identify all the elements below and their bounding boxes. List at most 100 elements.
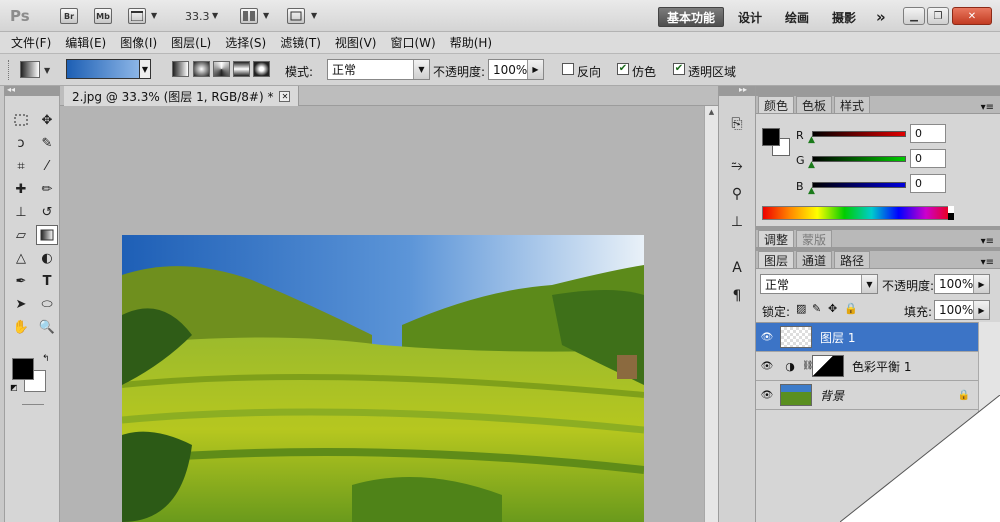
workspace-design[interactable]: 设计 <box>730 7 770 27</box>
red-slider-handle[interactable]: ▲ <box>808 135 815 145</box>
chevron-down-icon[interactable]: ▼ <box>212 11 218 20</box>
view-extras-button[interactable] <box>128 8 146 24</box>
chevron-down-icon[interactable]: ▼ <box>44 66 50 75</box>
tab-paths[interactable]: 路径 <box>834 251 871 268</box>
menu-select[interactable]: 选择(S) <box>225 34 266 51</box>
zoom-tool-icon[interactable]: 🔍 <box>36 317 58 337</box>
crop-tool-icon[interactable]: ⌗ <box>10 156 32 176</box>
restore-button[interactable]: ❐ <box>927 7 949 25</box>
workspace-painting[interactable]: 绘画 <box>777 7 817 27</box>
screen-mode-button[interactable] <box>287 8 305 24</box>
green-value-field[interactable]: 0 <box>910 149 946 168</box>
tab-color[interactable]: 颜色 <box>758 96 795 113</box>
expand-icon[interactable]: ▸▸ <box>739 85 747 94</box>
canvas-image[interactable] <box>122 235 644 522</box>
swap-colors-icon[interactable]: ↰ <box>42 354 50 364</box>
panel-menu-icon[interactable]: ▾≡ <box>981 102 994 113</box>
gradient-preview[interactable] <box>66 59 150 79</box>
tab-channels[interactable]: 通道 <box>796 251 833 268</box>
tab-masks[interactable]: 蒙版 <box>796 230 833 247</box>
lock-pixels-icon[interactable]: ✎ <box>812 302 821 315</box>
menu-view[interactable]: 视图(V) <box>335 34 377 51</box>
visibility-eye-icon[interactable]: 👁 <box>756 361 778 372</box>
workspace-photography[interactable]: 摄影 <box>824 7 864 27</box>
menu-layer[interactable]: 图层(L) <box>171 34 211 51</box>
tab-adjustments[interactable]: 调整 <box>758 230 795 247</box>
angle-gradient-icon[interactable] <box>213 61 230 77</box>
bridge-button[interactable]: Br <box>60 8 78 24</box>
type-tool-icon[interactable]: T <box>36 271 58 291</box>
move-tool-icon[interactable]: ✥ <box>36 110 58 130</box>
path-selection-tool-icon[interactable]: ➤ <box>10 294 32 314</box>
collapse-icon[interactable]: ◂◂ <box>7 85 15 94</box>
healing-brush-tool-icon[interactable]: ✚ <box>10 179 32 199</box>
menu-file[interactable]: 文件(F) <box>11 34 51 51</box>
history-panel-icon[interactable]: ⎘ <box>727 114 747 134</box>
pen-tool-icon[interactable]: ✒ <box>10 271 32 291</box>
clone-source-icon[interactable]: ⊥ <box>727 212 747 232</box>
minimize-button[interactable]: ▁ <box>903 7 925 25</box>
default-colors-icon[interactable]: ◩ <box>10 383 18 392</box>
visibility-eye-icon[interactable]: 👁 <box>756 332 778 343</box>
reflected-gradient-icon[interactable] <box>233 61 250 77</box>
marquee-tool-icon[interactable] <box>10 110 32 130</box>
diamond-gradient-icon[interactable] <box>253 61 270 77</box>
arrange-documents-button[interactable] <box>240 8 258 24</box>
lasso-tool-icon[interactable]: ↄ <box>10 133 32 153</box>
gradient-tool-icon[interactable] <box>36 225 58 245</box>
mode-select[interactable]: 正常 ▼ <box>327 59 430 80</box>
red-value-field[interactable]: 0 <box>910 124 946 143</box>
layer-row[interactable]: 👁 图层 1 <box>756 323 978 352</box>
vertical-scrollbar[interactable]: ▲ <box>704 106 718 522</box>
reverse-checkbox[interactable] <box>562 63 574 75</box>
opacity-field[interactable]: 100% ▶ <box>488 59 544 80</box>
layer-opacity-field[interactable]: 100% ▶ <box>934 274 990 294</box>
close-icon[interactable]: ✕ <box>279 90 291 102</box>
document-tab[interactable]: 2.jpg @ 33.3% (图层 1, RGB/8#) * ✕ <box>64 86 300 106</box>
radial-gradient-icon[interactable] <box>193 61 210 77</box>
blend-mode-select[interactable]: 正常 ▼ <box>760 274 878 294</box>
options-grip[interactable] <box>8 60 11 80</box>
blue-slider-handle[interactable]: ▲ <box>808 186 815 196</box>
dither-checkbox[interactable]: ✔ <box>617 63 629 75</box>
gradient-tool-preset-icon[interactable] <box>20 61 40 78</box>
quick-selection-tool-icon[interactable]: ✎ <box>36 133 58 153</box>
green-slider-handle[interactable]: ▲ <box>808 160 815 170</box>
brush-tool-icon[interactable]: ✏ <box>36 179 58 199</box>
menu-filter[interactable]: 滤镜(T) <box>280 34 321 51</box>
lock-transparent-icon[interactable]: ▨ <box>796 302 806 315</box>
paragraph-panel-icon[interactable]: ¶ <box>727 286 747 306</box>
menu-image[interactable]: 图像(I) <box>120 34 157 51</box>
fill-field[interactable]: 100% ▶ <box>934 300 990 320</box>
scroll-up-icon[interactable]: ▲ <box>706 108 717 120</box>
lock-all-icon[interactable]: 🔒 <box>844 302 858 315</box>
zoom-level[interactable]: 33.3 <box>185 10 210 23</box>
shape-tool-icon[interactable]: ⬭ <box>36 294 58 314</box>
more-workspaces-button[interactable]: » <box>868 7 894 27</box>
lock-position-icon[interactable]: ✥ <box>828 302 837 315</box>
hand-tool-icon[interactable]: ✋ <box>10 317 32 337</box>
brush-presets-icon[interactable]: ⥲ <box>727 156 747 176</box>
tab-styles[interactable]: 样式 <box>834 96 871 113</box>
color-spectrum-bar[interactable] <box>762 206 954 220</box>
panel-menu-icon[interactable]: ▾≡ <box>981 257 994 268</box>
chevron-down-icon[interactable]: ▼ <box>311 11 317 20</box>
layer-row[interactable]: 👁 ◑ ⛓ 色彩平衡 1 <box>756 352 978 381</box>
history-brush-tool-icon[interactable]: ↺ <box>36 202 58 222</box>
red-slider[interactable] <box>812 131 906 137</box>
chevron-down-icon[interactable]: ▼ <box>151 11 157 20</box>
menu-edit[interactable]: 编辑(E) <box>65 34 106 51</box>
panel-menu-icon[interactable]: ▾≡ <box>981 236 994 247</box>
dock-header[interactable]: ▸▸ <box>719 85 755 96</box>
brush-panel-icon[interactable]: ⚲ <box>727 184 747 204</box>
eyedropper-tool-icon[interactable]: ⁄ <box>36 156 58 176</box>
menu-window[interactable]: 窗口(W) <box>390 34 435 51</box>
blue-value-field[interactable]: 0 <box>910 174 946 193</box>
blur-tool-icon[interactable]: △ <box>10 248 32 268</box>
eraser-tool-icon[interactable]: ▱ <box>10 225 32 245</box>
tab-swatches[interactable]: 色板 <box>796 96 833 113</box>
close-button[interactable]: ✕ <box>952 7 992 25</box>
mini-bridge-button[interactable]: Mb <box>94 8 112 24</box>
blue-slider[interactable] <box>812 182 906 188</box>
tab-layers[interactable]: 图层 <box>758 251 795 268</box>
